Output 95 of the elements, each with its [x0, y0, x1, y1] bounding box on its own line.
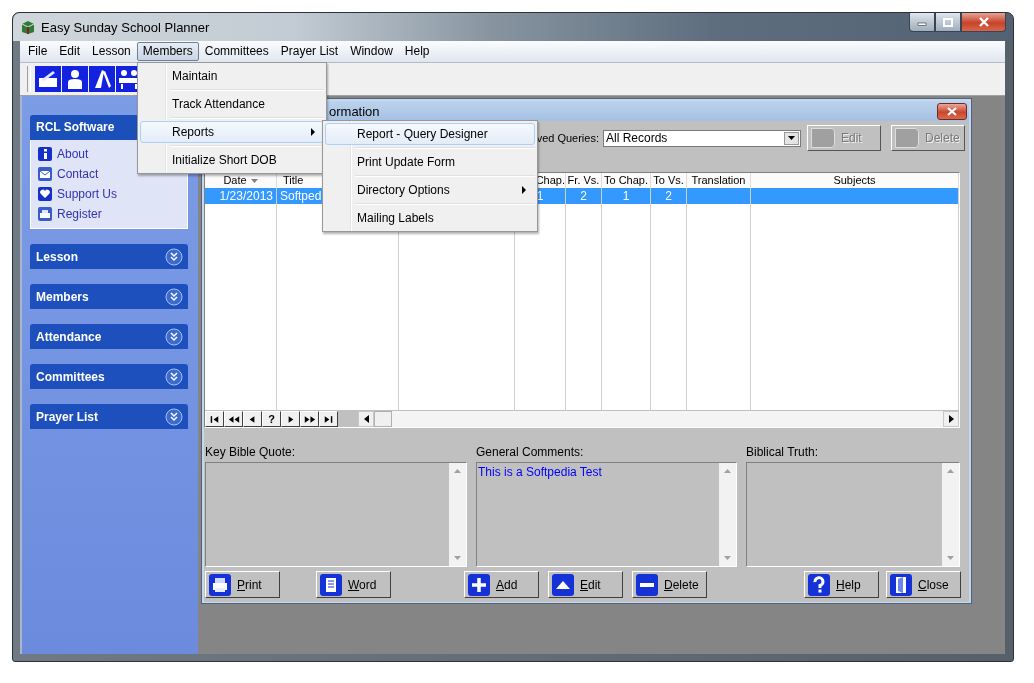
- navigator-button[interactable]: [281, 411, 300, 427]
- column-header[interactable]: Title: [283, 173, 304, 188]
- print-button[interactable]: Print: [205, 571, 280, 598]
- memo-field[interactable]: [205, 462, 467, 567]
- table-cell: 2: [566, 188, 602, 204]
- expand-icon[interactable]: [165, 367, 183, 386]
- dropdown-arrow-icon: [788, 136, 795, 140]
- word-button[interactable]: Word: [316, 571, 391, 598]
- field-label: ved Queries:: [536, 132, 599, 144]
- column-header[interactable]: Translation: [691, 173, 746, 188]
- sidebar-link[interactable]: Register: [57, 207, 102, 221]
- group-title: Attendance: [36, 329, 102, 344]
- document-icon: [320, 573, 342, 596]
- navigator-button[interactable]: [243, 411, 262, 427]
- group-title: Committees: [36, 369, 105, 384]
- add-button[interactable]: Add: [464, 571, 539, 598]
- memo-field[interactable]: [746, 462, 960, 567]
- menu-item[interactable]: Print Update Form: [325, 151, 535, 173]
- triangle-up-icon: [552, 573, 574, 596]
- menu-item[interactable]: Prayer List: [274, 42, 345, 61]
- expand-icon[interactable]: [165, 247, 183, 266]
- door-icon: [890, 573, 912, 596]
- menu-item[interactable]: Committees: [198, 42, 275, 61]
- memo-field[interactable]: This is a Softpedia Test: [476, 462, 737, 567]
- close-button[interactable]: Close: [886, 571, 961, 598]
- help-button[interactable]: Help: [804, 571, 879, 598]
- memo-text: This is a Softpedia Test: [477, 464, 603, 481]
- column-header[interactable]: Date: [223, 173, 247, 188]
- close-button[interactable]: [937, 102, 967, 120]
- close-icon: [977, 17, 990, 27]
- maximize-button[interactable]: [935, 13, 961, 32]
- table-cell: 2: [651, 188, 687, 204]
- printer-icon: [209, 573, 231, 596]
- child-window-title: ormation: [329, 103, 380, 119]
- menu-item[interactable]: Maintain: [140, 65, 324, 87]
- navigator-button[interactable]: ?: [262, 411, 281, 427]
- column-header[interactable]: Fr. Vs.: [567, 173, 600, 188]
- menu-item[interactable]: Mailing Labels: [325, 207, 535, 229]
- column-header[interactable]: To Vs.: [653, 173, 684, 188]
- menu-item[interactable]: Report - Query Designer: [325, 123, 535, 145]
- minus-icon: [636, 573, 658, 596]
- menu-item[interactable]: Help: [398, 42, 436, 61]
- column-header[interactable]: Subjects: [833, 173, 876, 188]
- maximize-icon: [943, 17, 953, 27]
- table-cell: 1: [602, 188, 651, 204]
- expand-icon[interactable]: [165, 407, 183, 426]
- memo-label: General Comments:: [476, 445, 585, 459]
- close-button[interactable]: [961, 13, 1006, 32]
- expand-icon[interactable]: [165, 287, 183, 306]
- dropdown-value: All Records: [606, 131, 668, 145]
- saved-queries-dropdown[interactable]: All Records: [603, 129, 801, 147]
- group-header[interactable]: Members: [30, 284, 188, 309]
- info-icon: [37, 146, 53, 162]
- memo-label: Biblical Truth:: [746, 445, 820, 459]
- sidebar-link[interactable]: Support Us: [57, 187, 118, 201]
- delete-button[interactable]: Delete: [632, 571, 707, 598]
- group-title: Lesson: [36, 249, 78, 264]
- sidebar-link[interactable]: About: [57, 147, 89, 161]
- menu-item[interactable]: Window: [344, 42, 399, 61]
- menu-item[interactable]: Edit: [53, 42, 87, 61]
- group-title: Prayer List: [36, 409, 99, 424]
- navigator-button[interactable]: [224, 411, 243, 427]
- group-header[interactable]: Prayer List: [30, 404, 188, 429]
- window-title: Easy Sunday School Planner: [41, 19, 210, 35]
- person-icon[interactable]: [62, 66, 88, 92]
- navigator-button[interactable]: [319, 411, 338, 427]
- printer-icon: [37, 206, 53, 222]
- menu-item[interactable]: Lesson: [86, 42, 137, 61]
- edit-button[interactable]: Edit: [548, 571, 623, 598]
- menu-item[interactable]: Members: [136, 42, 199, 61]
- envelope-icon: [37, 166, 53, 182]
- scroll-thumb[interactable]: [374, 411, 392, 427]
- group-header[interactable]: Committees: [30, 364, 188, 389]
- group-title: Members: [36, 289, 89, 304]
- group-header[interactable]: Lesson: [30, 244, 188, 269]
- close-icon: [947, 106, 957, 116]
- expand-icon[interactable]: [165, 327, 183, 346]
- navigator-button[interactable]: [205, 411, 224, 427]
- minimize-button[interactable]: [909, 13, 935, 32]
- plus-icon: [468, 573, 490, 596]
- help-icon: [808, 573, 830, 596]
- menu-item[interactable]: Initialize Short DOB: [140, 149, 324, 171]
- group-header[interactable]: Attendance: [30, 324, 188, 349]
- memo-label: Key Bible Quote:: [205, 445, 297, 459]
- scroll-left-icon[interactable]: [363, 415, 369, 423]
- menu-item[interactable]: Reports: [140, 121, 324, 143]
- scroll-right-icon[interactable]: [948, 415, 954, 423]
- menu-item[interactable]: File: [22, 42, 54, 61]
- column-header[interactable]: To Chap.: [604, 173, 648, 188]
- sidebar-link[interactable]: Contact: [57, 167, 99, 181]
- pen-icon[interactable]: [35, 66, 61, 92]
- table-cell: 1/23/2013: [205, 188, 277, 204]
- navigator-button[interactable]: [300, 411, 319, 427]
- horizontal-scrollbar[interactable]: [358, 411, 959, 427]
- menu-item[interactable]: Track Attendance: [140, 93, 324, 115]
